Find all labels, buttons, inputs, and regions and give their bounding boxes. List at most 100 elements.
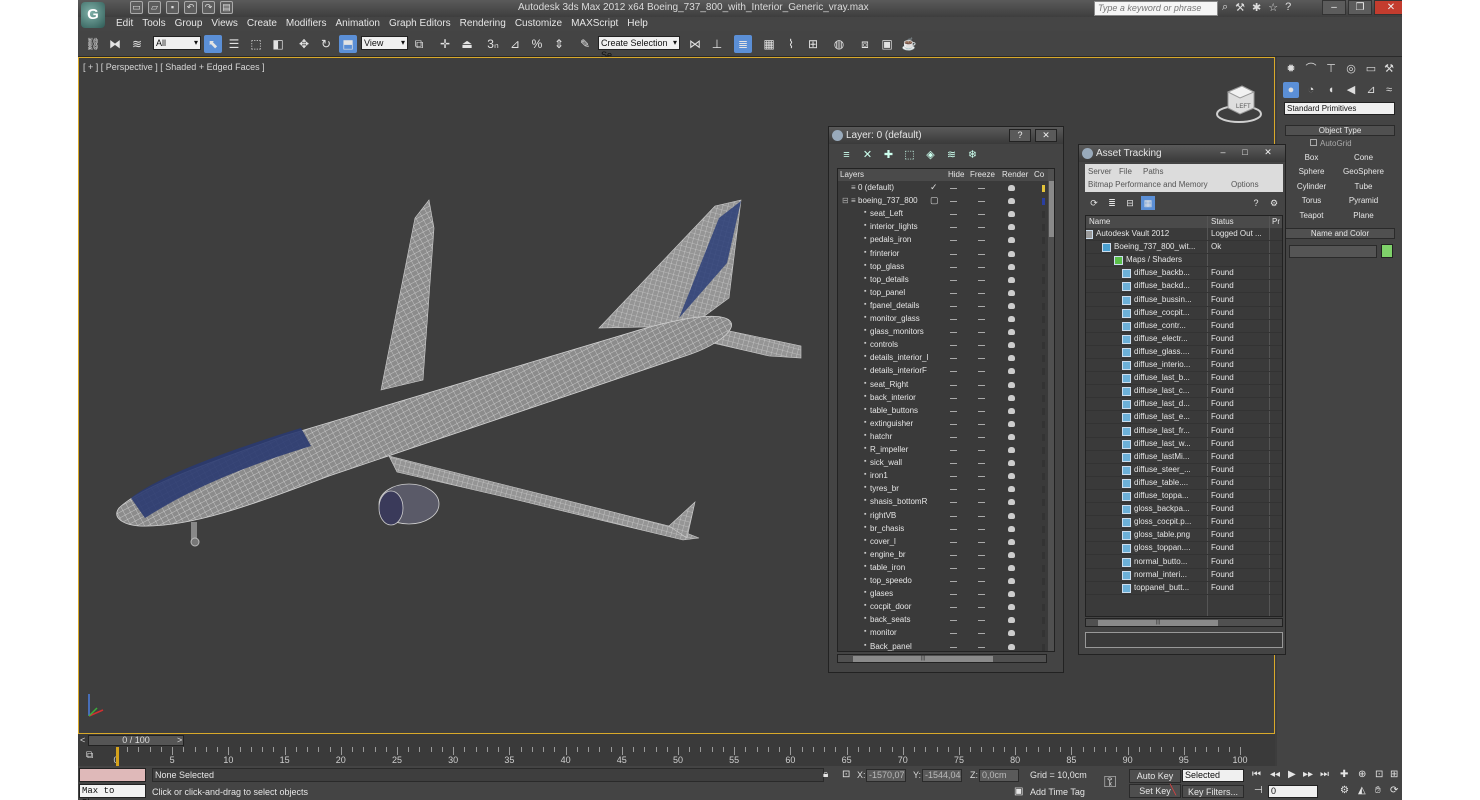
asset-menu-file[interactable]: File [1119,167,1132,176]
freeze-toggle[interactable] [978,581,985,582]
tools-icon[interactable]: ⚒ [1235,1,1245,14]
layer-row[interactable]: ▪ table_buttons [838,405,1048,418]
zoom-extents-all-icon[interactable]: ⊞ [1390,769,1398,780]
layer-name[interactable]: extinguisher [870,418,938,430]
hide-toggle[interactable] [950,266,957,268]
column-freeze[interactable]: Freeze [970,169,995,181]
motion-tab-icon[interactable]: ◎ [1343,61,1359,77]
hide-toggle[interactable] [950,397,957,399]
layer-row[interactable]: ▪ sick_wall [838,457,1048,470]
undo-icon[interactable]: ↶ [184,1,197,14]
render-teapot-icon[interactable] [1008,263,1015,270]
hide-toggle[interactable] [950,253,957,255]
layer-color-swatch[interactable] [1042,276,1045,284]
create-tab-icon[interactable]: ✹ [1283,61,1299,77]
cameras-icon[interactable]: ◀ [1343,82,1359,98]
time-slider[interactable]: < 0 / 100 > [78,734,1275,747]
curve-editor-icon[interactable]: ⌇ [782,35,800,53]
set-current-layer-icon[interactable]: ▢ [930,195,939,206]
default-in-out-tangent-icon[interactable]: ╲ [1170,785,1176,796]
render-teapot-icon[interactable] [1008,237,1015,244]
render-teapot-icon[interactable] [1008,538,1015,545]
layer-name[interactable]: top_speedo [870,575,938,587]
layer-color-swatch[interactable] [1042,263,1045,271]
hide-toggle[interactable] [950,319,957,320]
layer-name[interactable]: top_glass [870,261,938,273]
layer-color-swatch[interactable] [1042,211,1045,219]
zoom-all-icon[interactable]: ⊕ [1358,769,1366,780]
pan-view-icon[interactable]: ✋︎ [1375,785,1381,796]
menu-edit[interactable]: Edit [116,17,142,31]
layer-name[interactable]: monitor [870,627,938,639]
layer-color-swatch[interactable] [1042,525,1045,533]
box-button[interactable]: Box [1287,152,1336,164]
save-icon[interactable]: ▪ [166,1,179,14]
freeze-toggle[interactable] [978,188,985,189]
layer-row[interactable]: ▪ cover_l [838,536,1048,549]
freeze-toggle[interactable] [978,515,985,517]
create-layer-icon[interactable]: ≡ [838,147,855,164]
freeze-toggle[interactable] [978,476,985,478]
freeze-toggle[interactable] [978,633,985,635]
layer-row[interactable]: ▪ pedals_iron [838,234,1048,247]
unlink-selection-icon[interactable]: ⧓ [106,35,124,53]
layer-color-swatch[interactable] [1042,355,1045,363]
z-coordinate-field[interactable]: 0,0cm [979,769,1019,782]
layer-row[interactable]: ▪ glases [838,588,1048,601]
freeze-toggle[interactable] [978,384,985,386]
hide-toggle[interactable] [950,463,957,465]
time-configuration-icon[interactable]: ⚙ [1340,785,1349,796]
pyramid-button[interactable]: Pyramid [1339,195,1388,207]
render-teapot-icon[interactable] [1008,486,1015,493]
primitive-category-dropdown[interactable]: Standard Primitives [1284,102,1395,115]
time-slider-thumb[interactable]: 0 / 100 [88,735,184,746]
freeze-toggle[interactable] [978,345,985,347]
angle-snap-icon[interactable]: ⊿ [506,35,524,53]
render-teapot-icon[interactable] [1008,224,1015,231]
layer-name[interactable]: iron1 [870,470,938,482]
render-teapot-icon[interactable] [1008,578,1015,584]
hide-toggle[interactable] [950,633,957,635]
freeze-toggle[interactable] [978,541,985,543]
layer-name[interactable]: details_interior_l [870,352,938,364]
layer-color-swatch[interactable] [1042,289,1045,297]
search-input[interactable]: Type a keyword or phrase [1094,1,1218,16]
hide-toggle[interactable] [950,450,957,451]
select-and-manipulate-icon[interactable]: ✛ [436,35,454,53]
layer-name[interactable]: top_details [870,274,938,286]
layer-name[interactable]: R_impeller [870,444,938,456]
layer-color-swatch[interactable] [1042,224,1045,232]
layer-vertical-scrollbar[interactable] [1048,169,1054,651]
hide-toggle[interactable] [950,188,957,189]
layer-color-swatch[interactable] [1042,447,1045,454]
spinner-snap-icon[interactable]: ⇕ [550,35,568,53]
render-teapot-icon[interactable] [1008,617,1015,624]
hide-toggle[interactable] [950,502,957,504]
layer-row[interactable]: ▪ seat_Right [838,379,1048,392]
asset-maximize-button[interactable]: □ [1235,147,1255,160]
lights-icon[interactable]: ◖ [1323,82,1339,98]
menu-graph-editors[interactable]: Graph Editors [389,17,460,31]
menu-maxscript[interactable]: MAXScript [571,17,627,31]
key-mode-toggle-icon[interactable]: ⊣ [1254,785,1263,796]
layer-row[interactable]: ▪ glass_monitors [838,326,1048,339]
time-next-icon[interactable]: > [177,735,182,745]
layer-dialog-close-button[interactable]: ✕ [1035,129,1057,142]
column-layers[interactable]: Layers [840,169,864,181]
layer-name[interactable]: br_chasis [870,523,938,535]
render-teapot-icon[interactable] [1008,564,1015,571]
close-button[interactable]: ✕ [1374,0,1402,15]
sphere-button[interactable]: Sphere [1287,166,1336,178]
column-proxy[interactable]: Pr [1272,216,1280,228]
favorites-star-icon[interactable]: ☆ [1268,1,1278,14]
cylinder-button[interactable]: Cylinder [1287,181,1336,193]
freeze-toggle[interactable] [978,358,985,360]
render-teapot-icon[interactable] [1008,630,1015,637]
asset-row[interactable]: Maps / Shaders [1086,254,1282,268]
layer-row[interactable]: ▪ table_iron [838,562,1048,575]
select-and-link-icon[interactable]: ⛓ [84,35,102,53]
asset-menu-paths[interactable]: Paths [1143,167,1163,176]
layer-name[interactable]: interior_lights [870,221,938,233]
layer-row[interactable]: ▪ tyres_br [838,483,1048,496]
modify-tab-icon[interactable]: ⌒ [1303,61,1319,77]
